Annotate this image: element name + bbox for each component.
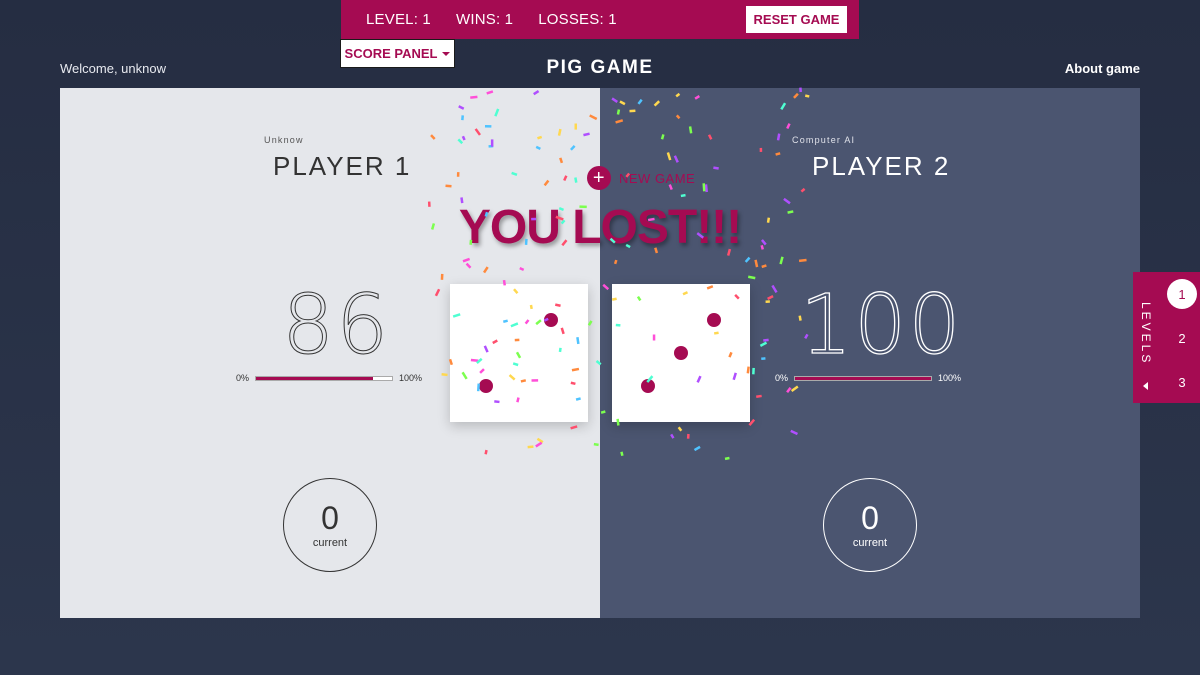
player1-current-value: 0 xyxy=(321,500,339,536)
plus-icon: + xyxy=(587,166,611,190)
progress-track xyxy=(255,375,394,381)
dice-pip xyxy=(674,346,688,360)
player2-current-value: 0 xyxy=(861,500,879,536)
progress-fill xyxy=(256,376,373,380)
level-2-button[interactable]: 2 xyxy=(1167,323,1197,353)
progress-track xyxy=(794,375,933,381)
player2-name: PLAYER 2 xyxy=(812,151,951,181)
collapse-arrow-icon[interactable] xyxy=(1143,382,1148,390)
player1-progress: 0% 100% xyxy=(236,373,422,383)
level-1-button[interactable]: 1 xyxy=(1167,279,1197,309)
progress-min-label: 0% xyxy=(236,373,250,383)
player1-name: PLAYER 1 xyxy=(273,151,412,181)
progress-min-label: 0% xyxy=(775,373,789,383)
reset-game-button[interactable]: RESET GAME xyxy=(746,6,847,33)
score-bar: LEVEL: 1 WINS: 1 LOSSES: 1 RESET GAME xyxy=(341,0,859,39)
levels-label: LEVELS xyxy=(1139,302,1153,366)
player2-username: Computer AI xyxy=(792,135,856,145)
player2-progress: 0% 100% xyxy=(775,373,961,383)
player1-username: Unknow xyxy=(264,135,304,145)
progress-max-label: 100% xyxy=(399,373,423,383)
caret-down-icon xyxy=(442,51,451,56)
new-game-label: NEW GAME xyxy=(619,170,696,186)
dice-1 xyxy=(450,284,588,422)
player1-score: 86 xyxy=(281,278,391,374)
dice-pip xyxy=(707,312,722,327)
player1-current-label: current xyxy=(312,537,348,549)
wins-stat: WINS: 1 xyxy=(455,11,514,28)
dice-2 xyxy=(612,284,750,422)
levels-panel: LEVELS 1 2 3 xyxy=(1133,272,1200,403)
player2-score: 100 xyxy=(799,277,963,373)
about-game-link[interactable]: About game xyxy=(1065,61,1140,76)
level-3-button[interactable]: 3 xyxy=(1167,367,1197,397)
player2-current: 0 current xyxy=(823,478,917,572)
player2-current-label: current xyxy=(852,537,888,549)
dice-pip xyxy=(543,312,558,327)
progress-max-label: 100% xyxy=(938,373,962,383)
player1-current: 0 current xyxy=(283,478,377,572)
dice-pip xyxy=(640,379,655,394)
progress-fill xyxy=(795,376,932,380)
dice-pip xyxy=(478,379,493,394)
page-title: PIG GAME xyxy=(546,57,654,78)
result-message: YOU LOST!!! xyxy=(458,201,742,254)
level-stat: LEVEL: 1 xyxy=(366,11,431,28)
new-game-button[interactable]: + NEW GAME xyxy=(587,166,695,190)
losses-stat: LOSSES: 1 xyxy=(538,11,617,28)
